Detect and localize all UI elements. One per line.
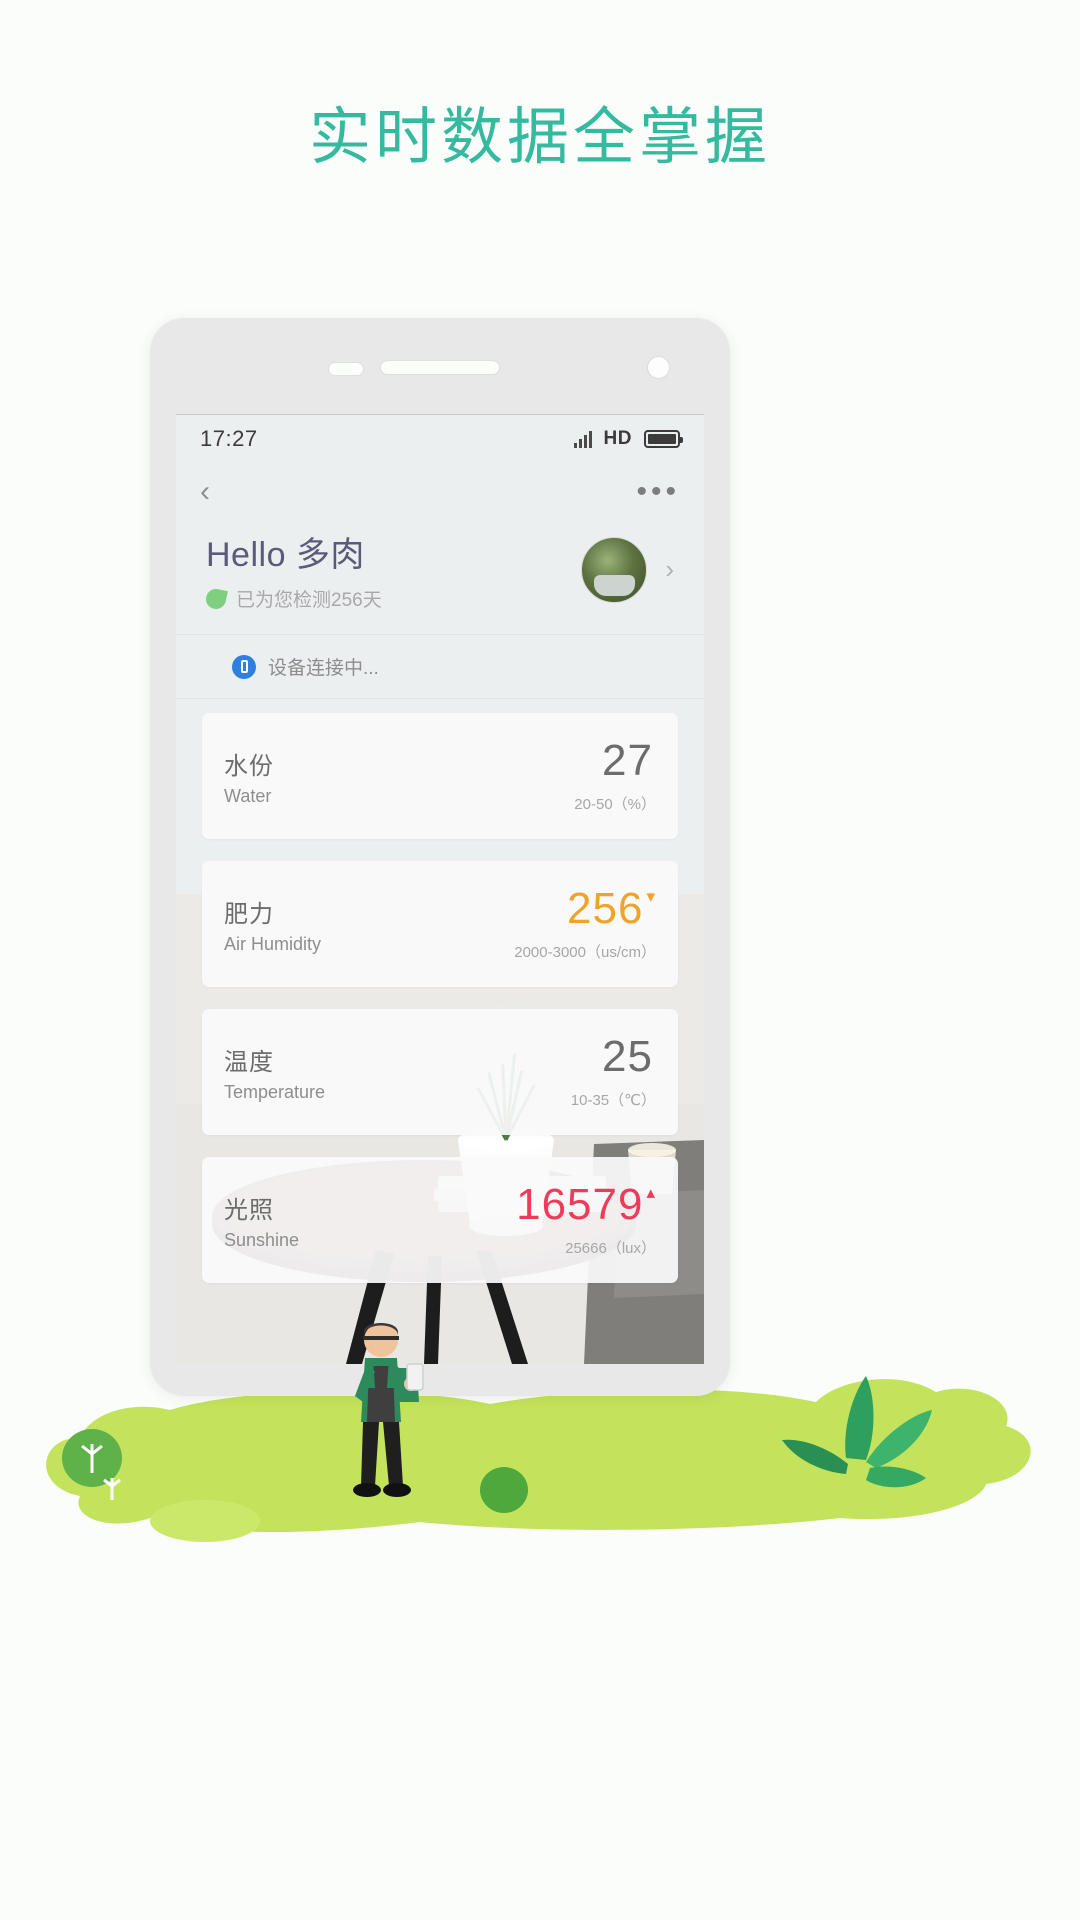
metric-name-en: Sunshine bbox=[224, 1229, 300, 1250]
plant-avatar[interactable] bbox=[581, 536, 648, 603]
connection-status-text: 设备连接中... bbox=[268, 658, 379, 679]
signal-bars-icon bbox=[573, 430, 592, 448]
metric-name-en: Air Humidity bbox=[224, 933, 322, 954]
metric-name-cn: 温度 bbox=[224, 1048, 274, 1076]
metric-card[interactable]: 温度 Temperature 25 10-35（℃） bbox=[202, 1009, 678, 1135]
metric-trend-icon: ▾ bbox=[646, 886, 656, 906]
metric-range: 20-50（%） bbox=[574, 795, 656, 813]
metric-value-wrap: 25 bbox=[571, 1031, 656, 1081]
person-illustration bbox=[353, 1323, 424, 1497]
metric-value: 25 bbox=[602, 1031, 653, 1081]
metric-value-wrap: 27 bbox=[574, 735, 656, 785]
metric-card[interactable]: 肥力 Air Humidity 256 ▾ 2000-3000（us/cm） bbox=[202, 861, 678, 987]
status-time: 17:27 bbox=[200, 426, 258, 451]
metric-value: 27 bbox=[602, 735, 653, 785]
back-button[interactable]: ‹ bbox=[200, 477, 210, 507]
hd-label: HD bbox=[603, 428, 632, 449]
device-icon bbox=[232, 654, 256, 679]
metric-trend-icon: ▴ bbox=[646, 1182, 656, 1202]
battery-icon bbox=[644, 430, 683, 448]
status-bar: 17:27 HD bbox=[176, 415, 704, 463]
more-options-button[interactable]: ••• bbox=[636, 477, 680, 507]
metric-card[interactable]: 光照 Sunshine 16579 ▴ 25666（lux） bbox=[202, 1157, 678, 1283]
metric-value: 16579 bbox=[516, 1179, 644, 1229]
monitor-days-label: 已为您检测256天 bbox=[236, 590, 382, 611]
metric-card[interactable]: 水份 Water 27 20-50（%） bbox=[202, 713, 678, 839]
device-connection-row[interactable]: 设备连接中... bbox=[176, 635, 704, 699]
metric-name-cn: 光照 bbox=[224, 1196, 274, 1224]
grass-blob-small bbox=[150, 1500, 260, 1542]
page-headline: 实时数据全掌握 bbox=[308, 103, 771, 172]
plant-greeting-title: Hello 多肉 bbox=[206, 536, 365, 574]
leaf-icon bbox=[204, 586, 228, 611]
metric-name-cn: 水份 bbox=[224, 752, 274, 780]
metric-card-list: 水份 Water 27 20-50（%） 肥力 Air Humidity 256… bbox=[176, 699, 704, 1283]
metric-name-cn: 肥力 bbox=[224, 900, 274, 928]
metric-value-wrap: 16579 ▴ bbox=[516, 1179, 656, 1229]
metric-name-en: Water bbox=[224, 785, 272, 806]
metric-range: 25666（lux） bbox=[565, 1239, 656, 1257]
proximity-sensor-icon bbox=[328, 362, 364, 376]
metric-value-wrap: 256 ▾ bbox=[514, 883, 656, 933]
earpiece-speaker-icon bbox=[380, 360, 500, 375]
phone-screen: 17:27 HD ‹ ••• Hello 多肉 已为您检测256天 › 设备连接… bbox=[176, 414, 704, 1364]
metric-value: 256 bbox=[567, 883, 644, 933]
phone-device: 17:27 HD ‹ ••• Hello 多肉 已为您检测256天 › 设备连接… bbox=[150, 318, 730, 1396]
metric-range: 2000-3000（us/cm） bbox=[514, 943, 656, 961]
metric-name-en: Temperature bbox=[224, 1081, 326, 1102]
metric-range: 10-35（℃） bbox=[570, 1091, 656, 1109]
app-navbar: ‹ ••• bbox=[176, 463, 704, 521]
chevron-right-icon[interactable]: › bbox=[665, 554, 674, 585]
front-camera-icon bbox=[647, 356, 670, 379]
plant-header[interactable]: Hello 多肉 已为您检测256天 › bbox=[176, 521, 704, 635]
